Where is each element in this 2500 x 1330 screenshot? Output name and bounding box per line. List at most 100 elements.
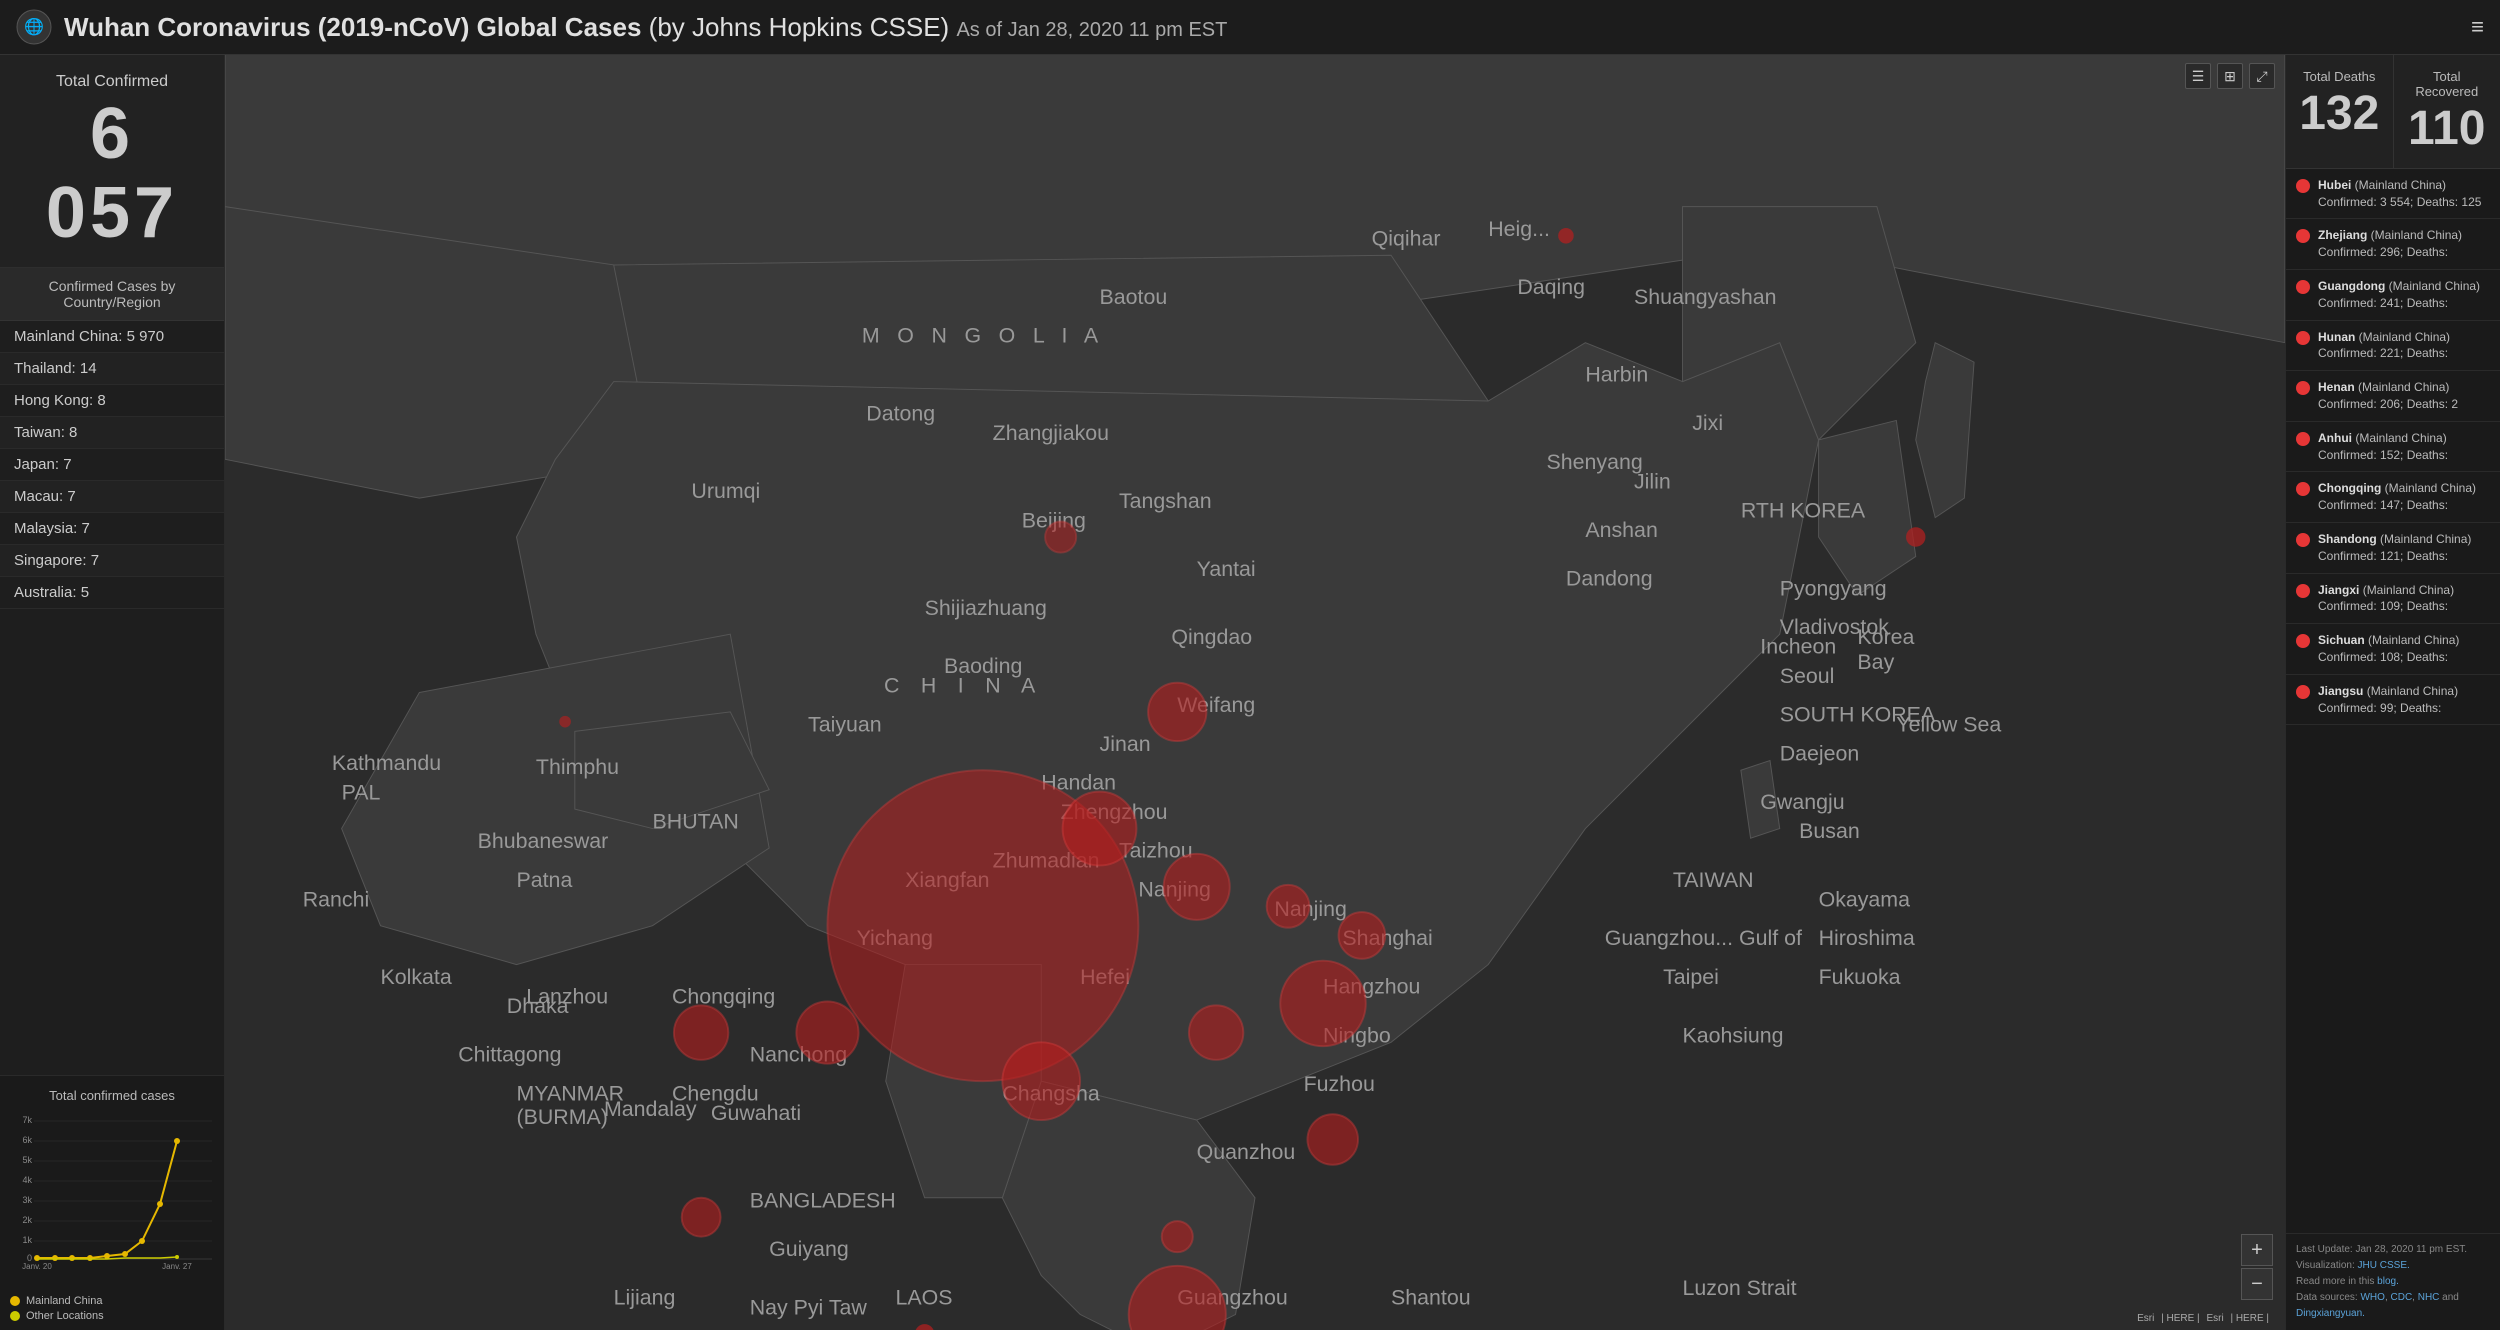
svg-text:Jixi: Jixi <box>1692 411 1723 435</box>
svg-text:TAIWAN: TAIWAN <box>1673 868 1754 892</box>
region-dot <box>2296 229 2310 243</box>
svg-text:Quanzhou: Quanzhou <box>1197 1140 1296 1164</box>
total-confirmed-number: 6 057 <box>16 95 208 253</box>
country-item: Mainland China: 5 970 <box>0 321 224 353</box>
map-grid-view[interactable]: ⊞ <box>2217 63 2243 89</box>
svg-text:Shenyang: Shenyang <box>1547 450 1643 474</box>
svg-text:BHUTAN: BHUTAN <box>653 810 739 834</box>
svg-text:3k: 3k <box>22 1195 32 1205</box>
svg-text:Heig...: Heig... <box>1488 217 1550 241</box>
region-name: Anhui <box>2318 431 2352 445</box>
country-item: Hong Kong: 8 <box>0 385 224 417</box>
svg-text:🌐: 🌐 <box>24 17 44 36</box>
svg-text:Patna: Patna <box>517 868 573 892</box>
region-item: Sichuan (Mainland China)Confirmed: 108; … <box>2286 624 2500 675</box>
map-svg: M O N G O L I A C H I N A Patna Kolkata … <box>225 55 2285 1330</box>
zoom-in-button[interactable]: + <box>2241 1234 2273 1266</box>
svg-text:Shuangyashan: Shuangyashan <box>1634 285 1777 309</box>
svg-text:Chengdu: Chengdu <box>672 1082 759 1106</box>
svg-text:Baotou: Baotou <box>1100 285 1168 309</box>
jhu-link[interactable]: JHU <box>2358 1260 2377 1271</box>
svg-text:Chittagong: Chittagong <box>458 1043 561 1067</box>
region-item: Hubei (Mainland China)Confirmed: 3 554; … <box>2286 169 2500 220</box>
who-link[interactable]: WHO <box>2360 1292 2384 1303</box>
svg-text:Kaohsiung: Kaohsiung <box>1683 1023 1784 1047</box>
svg-text:(BURMA): (BURMA) <box>517 1105 608 1129</box>
svg-text:Dandong: Dandong <box>1566 567 1653 591</box>
svg-text:Yantai: Yantai <box>1197 557 1256 581</box>
map-area[interactable]: M O N G O L I A C H I N A Patna Kolkata … <box>225 55 2285 1330</box>
confirmed-cases-header: Confirmed Cases by Country/Region <box>0 268 224 321</box>
region-name: Hubei <box>2318 178 2351 192</box>
region-name: Jiangsu <box>2318 684 2363 698</box>
svg-text:Guiyang: Guiyang <box>769 1237 849 1261</box>
map-attribution: Esri | HERE | Esri | HERE | <box>2137 1313 2273 1324</box>
svg-text:7k: 7k <box>22 1115 32 1125</box>
map-expand[interactable]: ⤢ <box>2249 63 2275 89</box>
svg-text:Yellow Sea: Yellow Sea <box>1896 712 2001 736</box>
region-list: Hubei (Mainland China)Confirmed: 3 554; … <box>2286 169 2500 1233</box>
svg-text:Harbin: Harbin <box>1585 363 1648 387</box>
svg-text:6k: 6k <box>22 1135 32 1145</box>
map-toolbar: ☰ ⊞ ⤢ <box>2185 63 2275 89</box>
legend-other-dot <box>10 1311 20 1321</box>
region-name: Guangdong <box>2318 279 2385 293</box>
svg-text:Okayama: Okayama <box>1819 887 1911 911</box>
region-text: Shandong (Mainland China)Confirmed: 121;… <box>2318 531 2471 565</box>
region-item: Hunan (Mainland China)Confirmed: 221; De… <box>2286 321 2500 372</box>
nhc-link[interactable]: NHC <box>2418 1292 2440 1303</box>
map-list-view[interactable]: ☰ <box>2185 63 2211 89</box>
chart-title: Total confirmed cases <box>10 1088 214 1103</box>
region-text: Chongqing (Mainland China)Confirmed: 147… <box>2318 480 2476 514</box>
footer-viz: Visualization: JHU CSSE. <box>2296 1258 2490 1274</box>
footer-sources: Data sources: WHO, CDC, NHC and Dingxian… <box>2296 1290 2490 1322</box>
total-deaths-label: Total Deaths <box>2296 69 2383 84</box>
csse-link[interactable]: CSSE. <box>2380 1260 2410 1271</box>
svg-text:Fukuoka: Fukuoka <box>1819 965 1901 989</box>
zoom-out-button[interactable]: − <box>2241 1268 2273 1300</box>
footer-info: Last Update: Jan 28, 2020 11 pm EST. Vis… <box>2286 1233 2500 1330</box>
app-logo: 🌐 <box>16 9 52 45</box>
svg-text:Janv. 27: Janv. 27 <box>162 1262 192 1271</box>
region-item: Henan (Mainland China)Confirmed: 206; De… <box>2286 371 2500 422</box>
legend-mainland: Mainland China <box>10 1295 214 1307</box>
region-text: Zhejiang (Mainland China)Confirmed: 296;… <box>2318 227 2462 261</box>
region-text: Jiangxi (Mainland China)Confirmed: 109; … <box>2318 582 2454 616</box>
region-item: Chongqing (Mainland China)Confirmed: 147… <box>2286 472 2500 523</box>
region-dot <box>2296 533 2310 547</box>
country-item: Taiwan: 8 <box>0 417 224 449</box>
svg-text:Ranchi: Ranchi <box>303 887 370 911</box>
svg-text:Jinan: Jinan <box>1100 732 1151 756</box>
cdc-link[interactable]: CDC <box>2391 1292 2413 1303</box>
blog-link[interactable]: blog. <box>2377 1276 2399 1287</box>
map-zoom-controls: + − <box>2241 1234 2273 1300</box>
svg-text:PAL: PAL <box>342 780 381 804</box>
chart-container: 7k 6k 5k 4k 3k 2k 1k 0 <box>10 1111 214 1291</box>
country-item: Japan: 7 <box>0 449 224 481</box>
total-confirmed-box: Total Confirmed 6 057 <box>0 55 224 268</box>
region-text: Guangdong (Mainland China)Confirmed: 241… <box>2318 278 2480 312</box>
svg-text:Qiqihar: Qiqihar <box>1372 227 1441 251</box>
footer-update: Last Update: Jan 28, 2020 11 pm EST. <box>2296 1242 2490 1258</box>
country-item: Singapore: 7 <box>0 545 224 577</box>
region-dot <box>2296 179 2310 193</box>
main-content: Total Confirmed 6 057 Confirmed Cases by… <box>0 55 2500 1330</box>
legend-mainland-dot <box>10 1296 20 1306</box>
menu-icon[interactable]: ≡ <box>2471 14 2484 40</box>
dingxiang-link[interactable]: Dingxiangyuan. <box>2296 1308 2365 1319</box>
svg-text:Bay: Bay <box>1857 650 1894 674</box>
svg-text:MYANMAR: MYANMAR <box>517 1082 625 1106</box>
svg-text:1k: 1k <box>22 1235 32 1245</box>
svg-text:Taiyuan: Taiyuan <box>808 712 882 736</box>
svg-text:BANGLADESH: BANGLADESH <box>750 1188 896 1212</box>
legend-other: Other Locations <box>10 1310 214 1322</box>
region-name: Sichuan <box>2318 633 2365 647</box>
svg-text:Lijiang: Lijiang <box>614 1286 676 1310</box>
region-dot <box>2296 584 2310 598</box>
region-item: Jiangsu (Mainland China)Confirmed: 99; D… <box>2286 675 2500 726</box>
region-item: Guangdong (Mainland China)Confirmed: 241… <box>2286 270 2500 321</box>
svg-text:Korea: Korea <box>1857 625 1914 649</box>
country-item: Malaysia: 7 <box>0 513 224 545</box>
svg-text:Baoding: Baoding <box>944 654 1022 678</box>
region-dot <box>2296 432 2310 446</box>
